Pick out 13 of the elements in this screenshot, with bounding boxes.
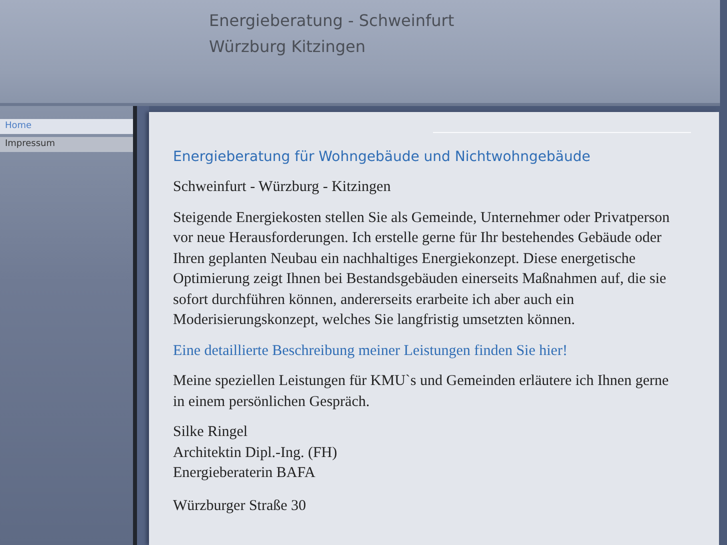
nav-link[interactable]: Home [0,119,133,134]
site-title: Energieberatung - Schweinfurt [209,10,454,32]
signature-line: Energieberaterin BAFA [173,464,316,483]
page-heading: Energieberatung für Wohngebäude und Nichtwohngebäude [173,148,592,167]
nav-link[interactable]: Impressum [0,137,133,152]
address-line: Würzburger Straße 30 [173,496,308,516]
signature-line: Silke Ringel [173,423,249,442]
contact-paragraph: Meine speziellen Leistungen für KMU`s und Gemeinden erläutere ich Ihnen gerne in einem persönlichen Gespräch. [173,372,670,412]
subheading: Schweinfurt - Würzburg - Kitzingen [173,178,392,197]
site-title: Würzburg Kitzingen [209,36,367,58]
services-link[interactable]: Eine detaillierte Beschreibung meiner Leistungen finden Sie hier! [173,340,679,361]
signature-line: Architektin Dipl.-Ing. (FH) [173,444,338,462]
intro-paragraph: Steigende Energiekosten stellen Sie als Gemeinde, Unternehmer oder Privatperson vor neue Herausforderungen. Ich erstelle gerne für Ihr bestehendes Gebäude oder Ihren geplanten Neubau ein nachhaltiges Energiekonzept. Diese energetische Optimierung zeigt Ihnen bei Bestandsgebäuden einerseits Maßnahmen auf, die sie sofort durchführen können, andererseits erarbeite ich aber auch ein Moderisierungskonzept, welches Sie langfristig umsetzten können. [173,208,671,330]
